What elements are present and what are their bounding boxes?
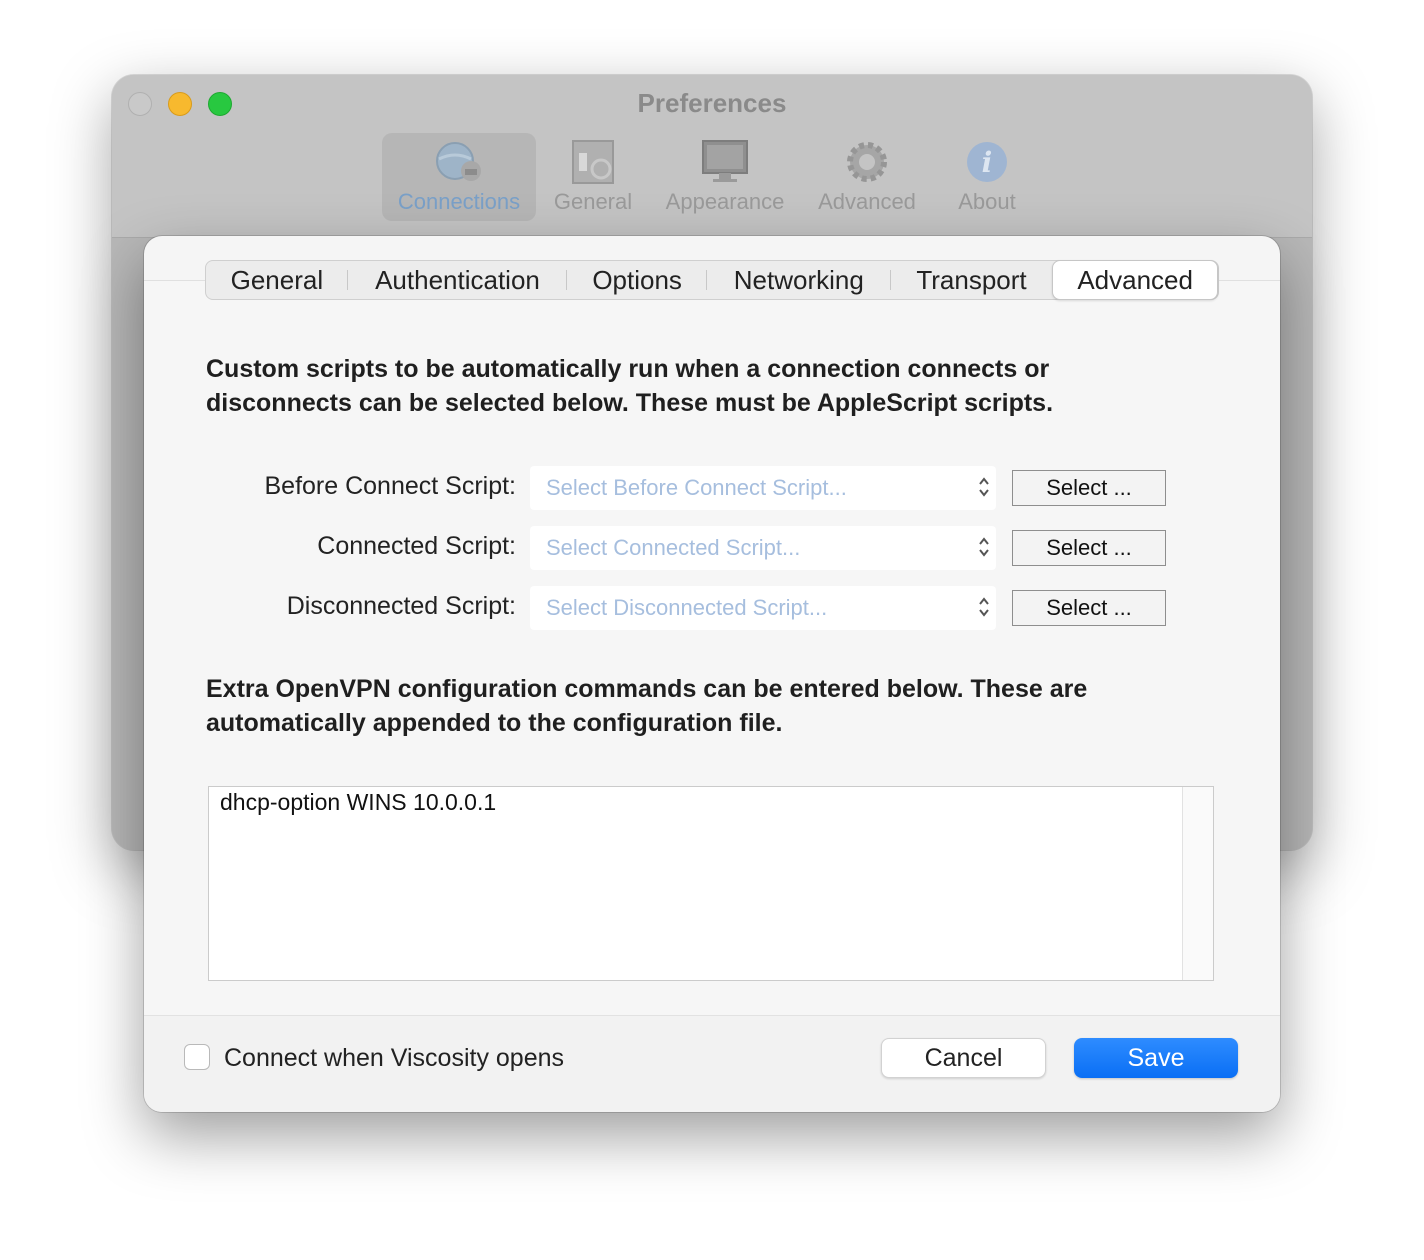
- openvpn-config-text: dhcp-option WINS 10.0.0.1: [220, 789, 497, 815]
- toolbar-item-connections[interactable]: Connections: [382, 133, 536, 221]
- tab-bar: General Authentication Options Networkin…: [205, 260, 1219, 300]
- svg-text:i: i: [982, 146, 993, 179]
- toolbar-label-about: About: [958, 189, 1016, 214]
- toolbar-item-appearance[interactable]: Appearance: [658, 133, 792, 221]
- before-connect-select-button[interactable]: Select ...: [1012, 470, 1166, 506]
- advanced-gear-icon: [847, 142, 887, 182]
- toolbar-item-general[interactable]: General: [548, 133, 638, 221]
- tab-general[interactable]: General: [206, 261, 348, 299]
- scripts-description: Custom scripts to be automatically run w…: [206, 352, 1206, 420]
- openvpn-config-textarea[interactable]: dhcp-option WINS 10.0.0.1: [208, 786, 1214, 981]
- preferences-titlebar: Preferences Connections General Appearan…: [112, 75, 1312, 238]
- tab-advanced[interactable]: Advanced: [1052, 260, 1218, 300]
- connect-on-open-checkbox[interactable]: [184, 1044, 210, 1070]
- config-description-line1: Extra OpenVPN configuration commands can…: [206, 675, 1088, 703]
- config-description-line2: automatically appended to the configurat…: [206, 709, 783, 737]
- config-scrollbar[interactable]: [1182, 787, 1213, 980]
- before-connect-script-label: Before Connect Script:: [264, 472, 516, 500]
- cancel-button[interactable]: Cancel: [881, 1038, 1046, 1078]
- toolbar-label-appearance: Appearance: [665, 189, 785, 214]
- chevron-up-down-icon: [979, 597, 989, 617]
- toolbar-label-advanced: Advanced: [818, 189, 916, 214]
- appearance-monitor-icon: [702, 140, 748, 182]
- disconnected-script-label: Disconnected Script:: [286, 592, 516, 620]
- before-connect-script-row: Before Connect Script: Select Before Con…: [144, 466, 1280, 510]
- tab-transport[interactable]: Transport: [891, 261, 1053, 299]
- config-description: Extra OpenVPN configuration commands can…: [206, 672, 1206, 740]
- tab-networking[interactable]: Networking: [707, 261, 891, 299]
- chevron-up-down-icon: [979, 537, 989, 557]
- about-info-icon: i: [967, 142, 1007, 182]
- toolbar-item-advanced[interactable]: Advanced: [812, 133, 922, 221]
- disconnected-script-row: Disconnected Script: Select Disconnected…: [144, 586, 1280, 630]
- connected-script-label: Connected Script:: [317, 532, 516, 560]
- tab-options[interactable]: Options: [567, 261, 707, 299]
- toolbar-label-connections: Connections: [397, 189, 521, 214]
- toolbar-item-about[interactable]: i About: [942, 133, 1032, 221]
- window-title: Preferences: [637, 88, 787, 118]
- save-button[interactable]: Save: [1074, 1038, 1238, 1078]
- before-connect-script-select[interactable]: Select Before Connect Script...: [530, 466, 996, 510]
- toolbar-label-general: General: [553, 189, 633, 214]
- tab-authentication[interactable]: Authentication: [348, 261, 568, 299]
- connected-script-select[interactable]: Select Connected Script...: [530, 526, 996, 570]
- connected-script-row: Connected Script: Select Connected Scrip…: [144, 526, 1280, 570]
- disconnected-script-placeholder: Select Disconnected Script...: [546, 595, 828, 620]
- scripts-description-line2: disconnects can be selected below. These…: [206, 389, 1054, 417]
- disconnected-script-select[interactable]: Select Disconnected Script...: [530, 586, 996, 630]
- connected-select-button[interactable]: Select ...: [1012, 530, 1166, 566]
- chevron-up-down-icon: [979, 477, 989, 497]
- scripts-description-line1: Custom scripts to be automatically run w…: [206, 355, 1050, 383]
- sheet-footer: Connect when Viscosity opens Cancel Save: [144, 1015, 1280, 1112]
- connect-on-open-label[interactable]: Connect when Viscosity opens: [224, 1044, 564, 1073]
- disconnected-select-button[interactable]: Select ...: [1012, 590, 1166, 626]
- connected-script-placeholder: Select Connected Script...: [546, 535, 801, 560]
- general-switch-icon: [572, 140, 614, 184]
- connections-globe-icon: [436, 142, 481, 181]
- before-connect-script-placeholder: Select Before Connect Script...: [546, 475, 847, 500]
- connection-editor-sheet: General Authentication Options Networkin…: [144, 236, 1280, 1112]
